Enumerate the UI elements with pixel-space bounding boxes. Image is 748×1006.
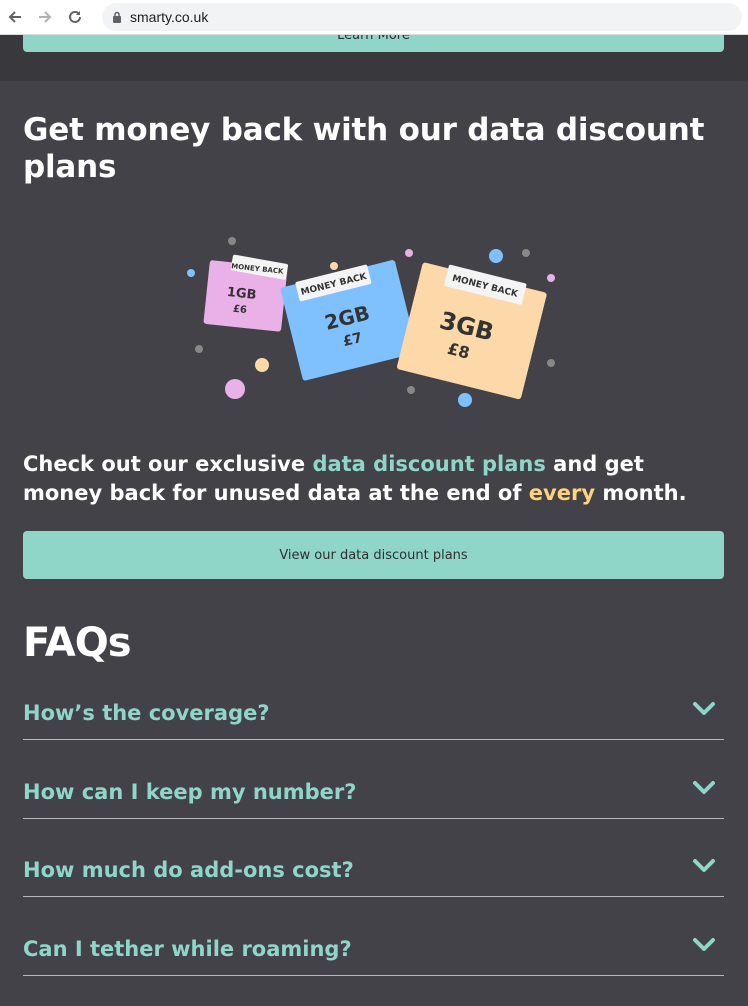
decor-dot: [458, 393, 472, 407]
reload-icon: [69, 10, 81, 23]
decor-dot: [407, 386, 415, 394]
chevron-down-icon[interactable]: [692, 937, 716, 953]
promo-text: Check out our exclusive data discount pl…: [23, 450, 723, 508]
promo-text-part1: Check out our exclusive: [23, 452, 313, 476]
card-2gb: MONEY BACK 2GB £7: [280, 260, 418, 381]
faq-question: How can I keep my number?: [23, 779, 357, 804]
faq-item[interactable]: How can I keep my number?: [23, 740, 724, 819]
back-button[interactable]: [0, 2, 30, 32]
faq-title: FAQs: [23, 620, 132, 666]
faq-item[interactable]: How’s the coverage?: [23, 684, 724, 740]
browser-toolbar: smarty.co.uk: [0, 0, 748, 35]
card-3gb: MONEY BACK 3GB £8: [397, 262, 547, 400]
faq-list: How’s the coverage? How can I keep my nu…: [23, 684, 724, 976]
arrow-right-icon: [39, 11, 52, 23]
faq-item[interactable]: Can I tether while roaming?: [23, 897, 724, 976]
money-back-illustration: MONEY BACK 1GB £6 MONEY BACK 2GB £7 MONE…: [187, 237, 555, 407]
address-bar[interactable]: smarty.co.uk: [102, 3, 742, 31]
view-data-discount-plans-button[interactable]: View our data discount plans: [23, 531, 724, 579]
decor-dot: [187, 269, 195, 277]
learn-more-label: Learn More: [337, 35, 410, 43]
faq-item[interactable]: How much do add-ons cost?: [23, 819, 724, 897]
section-heading: Get money back with our data discount pl…: [23, 112, 705, 185]
decor-dot: [547, 274, 555, 282]
decor-dot: [228, 237, 236, 245]
previous-section: Learn More: [0, 35, 748, 81]
lock-icon: [113, 11, 121, 23]
decor-dot: [489, 249, 503, 263]
card-1gb-price: £6: [232, 304, 247, 316]
decor-dot: [547, 359, 555, 367]
chevron-down-icon[interactable]: [692, 780, 716, 796]
decor-dot: [195, 345, 203, 353]
decor-dot: [255, 358, 269, 372]
card-1gb: MONEY BACK 1GB £6: [203, 254, 289, 332]
card-1gb-data: 1GB: [226, 285, 257, 303]
faq-question: How much do add-ons cost?: [23, 858, 354, 882]
forward-button[interactable]: [30, 2, 60, 32]
decor-dot: [330, 262, 338, 270]
faq-question: Can I tether while roaming?: [23, 936, 352, 961]
promo-text-part3: month.: [595, 481, 687, 505]
learn-more-button[interactable]: Learn More: [23, 35, 724, 52]
decor-dot: [405, 249, 413, 257]
decor-dot: [225, 379, 245, 399]
promo-highlight-every: every: [528, 481, 596, 505]
promo-highlight-plans: data discount plans: [312, 452, 546, 476]
faq-question: How’s the coverage?: [23, 701, 270, 725]
reload-button[interactable]: [60, 2, 90, 32]
chevron-down-icon[interactable]: [692, 858, 716, 874]
arrow-left-icon: [8, 11, 21, 23]
url-text: smarty.co.uk: [130, 9, 209, 25]
decor-dot: [522, 249, 530, 257]
chevron-down-icon[interactable]: [692, 701, 716, 717]
